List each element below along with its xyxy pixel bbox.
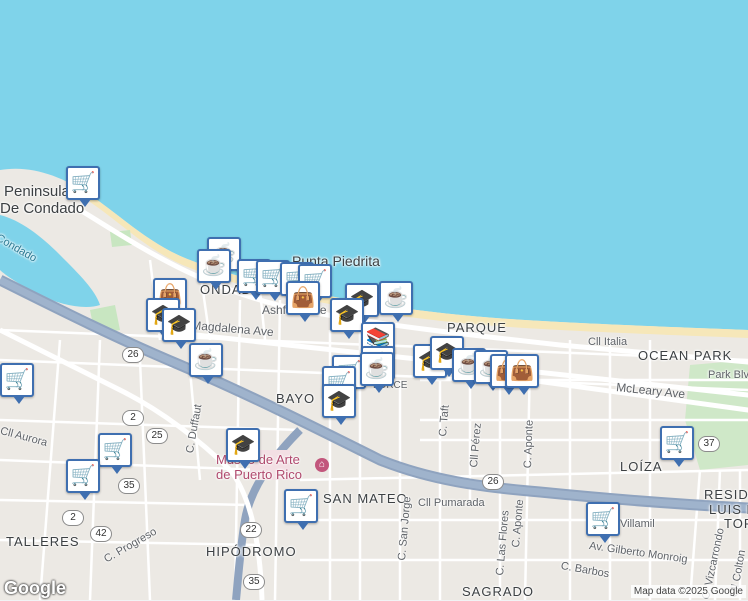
cart-icon: 🛒 <box>70 465 96 487</box>
route-shield: 22 <box>240 522 262 538</box>
street-label-villamil: Villamil <box>620 518 655 530</box>
coffee-icon: ☕ <box>364 358 390 380</box>
place-label-luis-llorens: LUIS LL <box>709 502 748 517</box>
cart-icon: 🛒 <box>4 369 30 391</box>
route-shield: 35 <box>118 478 140 494</box>
place-label-parque: PARQUE <box>447 320 507 335</box>
cart-icon: 🛒 <box>590 508 616 530</box>
museum-icon[interactable]: ⌂ <box>315 458 329 472</box>
school-pin[interactable]: 🎓 <box>330 298 364 339</box>
place-label-loiza: LOÍZA <box>620 459 663 474</box>
coffee-icon: ☕ <box>383 287 409 309</box>
cart-pin[interactable]: 🛒 <box>66 459 100 500</box>
bag-icon: 👜 <box>509 360 535 382</box>
route-shield: 26 <box>482 474 504 490</box>
school-icon: 🎓 <box>326 390 352 412</box>
bag-pin[interactable]: 👜 <box>286 281 320 322</box>
place-label-residencial: RESIDE <box>704 487 748 502</box>
place-label-museo-2: de Puerto Rico <box>216 467 302 482</box>
cart-pin[interactable]: 🛒 <box>0 363 34 404</box>
cart-pin[interactable]: 🛒 <box>98 433 132 474</box>
place-label-sagrado: SAGRADO <box>462 584 535 599</box>
place-label-talleres: TALLERES <box>6 534 80 549</box>
coffee-pin[interactable]: ☕ <box>189 343 223 384</box>
cart-pin[interactable]: 🛒 <box>284 489 318 530</box>
school-pin[interactable]: 🎓 <box>162 308 196 349</box>
coffee-pin[interactable]: ☕ <box>360 352 394 393</box>
google-logo: Google <box>4 578 66 598</box>
route-shield: 37 <box>698 436 720 452</box>
route-shield: 2 <box>62 510 84 526</box>
cart-pin[interactable]: 🛒 <box>586 502 620 543</box>
map-attribution[interactable]: Map data ©2025 Google <box>630 585 746 598</box>
cart-icon: 🛒 <box>288 495 314 517</box>
place-label-hipodromo: HIPÓDROMO <box>206 544 297 559</box>
place-label-tor: TOR <box>724 516 748 531</box>
bag-pin[interactable]: 👜 <box>505 354 539 395</box>
place-label-san-mateo: SAN MATEO <box>323 491 408 506</box>
place-label-de-condado: De Condado <box>0 200 85 217</box>
route-shield: 26 <box>122 347 144 363</box>
place-label-ocean-park: OCEAN PARK <box>638 348 733 363</box>
coffee-icon: ☕ <box>193 349 219 371</box>
school-icon: 🎓 <box>230 434 256 456</box>
street-label-c-aponte: C. Aponte <box>522 419 536 469</box>
route-shield: 35 <box>243 574 265 590</box>
place-label-peninsula: Peninsula <box>4 183 70 200</box>
place-label-bayola: BAYO <box>276 391 316 406</box>
coffee-pin[interactable]: ☕ <box>379 281 413 322</box>
street-label-cll-italia: Cll Italia <box>588 336 628 348</box>
cart-pin[interactable]: 🛒 <box>660 426 694 467</box>
route-shield: 2 <box>122 410 144 426</box>
school-icon: 🎓 <box>334 304 360 326</box>
route-shield: 42 <box>90 526 112 542</box>
bag-icon: 👜 <box>290 287 316 309</box>
cart-pin[interactable]: 🛒 <box>66 166 100 207</box>
school-pin[interactable]: 🎓 <box>322 384 356 425</box>
cart-icon: 🛒 <box>102 439 128 461</box>
cart-icon: 🛒 <box>664 432 690 454</box>
street-label-park-blvd: Park Blvd <box>708 369 748 381</box>
school-icon: 🎓 <box>166 314 192 336</box>
school-pin[interactable]: 🎓 <box>226 428 260 469</box>
street-label-cll-pumarada: Cll Pumarada <box>418 497 485 509</box>
route-shield: 25 <box>146 428 168 444</box>
coffee-icon: ☕ <box>201 255 227 277</box>
coffee-pin[interactable]: ☕ <box>197 249 231 290</box>
cart-icon: 🛒 <box>70 172 96 194</box>
